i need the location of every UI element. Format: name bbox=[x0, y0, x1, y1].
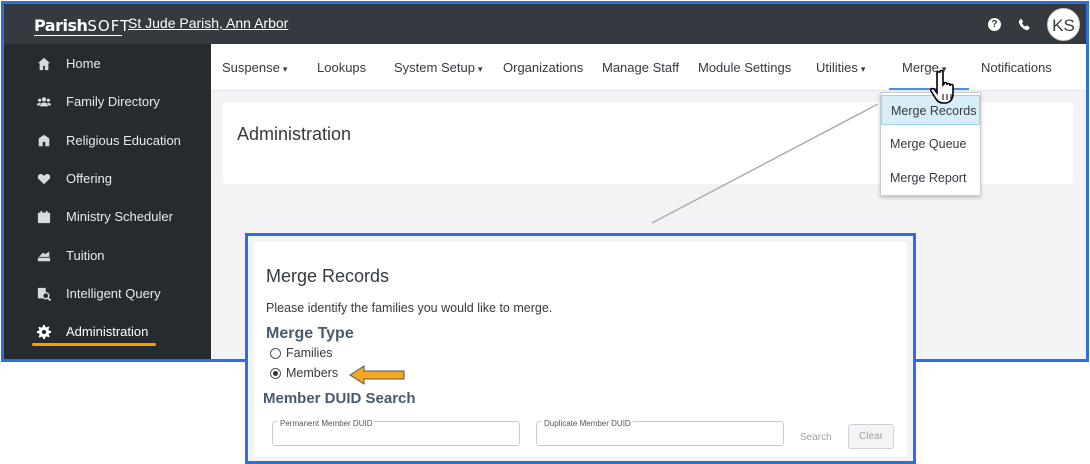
sidebar-item-religious-education[interactable]: Religious Education bbox=[4, 123, 211, 159]
radio-option-members[interactable]: Members bbox=[270, 366, 338, 380]
page-title: Administration bbox=[237, 124, 352, 144]
phone-icon[interactable] bbox=[1017, 18, 1031, 32]
merge-type-heading: Merge Type bbox=[266, 325, 354, 342]
radio-option-families[interactable]: Families bbox=[270, 346, 333, 360]
gear-icon bbox=[37, 325, 51, 339]
sidebar-item-ministry-scheduler[interactable]: Ministry Scheduler bbox=[4, 199, 211, 235]
sidebar-item-label: Tuition bbox=[66, 248, 105, 263]
screenshot-root: ParishSOFT St Jude Parish, Ann Arbor ? K… bbox=[0, 0, 1090, 464]
query-icon bbox=[37, 287, 51, 301]
nav-label: Notifications bbox=[981, 60, 1052, 75]
merge-records-title: Merge Records bbox=[266, 266, 390, 286]
sidebar-item-tuition[interactable]: Tuition bbox=[4, 238, 211, 274]
pointer-arrow-icon bbox=[349, 365, 405, 385]
sidebar-item-label: Administration bbox=[66, 324, 149, 339]
nav-module-settings[interactable]: Module Settings bbox=[698, 60, 791, 75]
menu-item-merge-queue[interactable]: Merge Queue bbox=[881, 129, 980, 159]
chevron-down-icon: ▾ bbox=[282, 64, 288, 74]
merge-records-zoom-panel: Merge Records Please identify the famili… bbox=[245, 233, 916, 464]
sidebar-item-offering[interactable]: Offering bbox=[4, 161, 211, 197]
nav-label: Utilities bbox=[816, 60, 858, 75]
home-icon bbox=[37, 57, 51, 71]
users-icon bbox=[37, 97, 51, 107]
active-item-underline bbox=[32, 343, 156, 346]
sidebar-item-label: Religious Education bbox=[66, 133, 181, 148]
sidebar-item-intelligent-query[interactable]: Intelligent Query bbox=[4, 276, 211, 312]
school-icon bbox=[38, 134, 50, 147]
logo-light-text: SOFT bbox=[87, 17, 131, 35]
merge-records-instructions: Please identify the families you would l… bbox=[266, 301, 553, 315]
calendar-icon bbox=[37, 210, 51, 224]
nav-label: Organizations bbox=[503, 60, 584, 75]
search-button[interactable]: Search bbox=[800, 432, 832, 443]
nav-utilities[interactable]: Utilities ▾ bbox=[816, 60, 865, 75]
nav-notifications[interactable]: Notifications bbox=[981, 60, 1052, 75]
sidebar-item-label: Family Directory bbox=[66, 94, 160, 109]
nav-label: Suspense bbox=[222, 60, 280, 75]
clear-button[interactable]: Clear bbox=[848, 424, 894, 449]
menu-item-merge-report[interactable]: Merge Report bbox=[881, 163, 980, 193]
families-radio[interactable] bbox=[270, 347, 281, 359]
logo-underline bbox=[34, 35, 122, 36]
nav-lookups[interactable]: Lookups bbox=[317, 60, 366, 75]
sidebar-item-home[interactable]: Home bbox=[4, 46, 211, 82]
members-radio[interactable] bbox=[270, 367, 281, 379]
families-label: Families bbox=[286, 346, 333, 360]
merge-records-card: Merge Records Please identify the famili… bbox=[254, 242, 907, 457]
logo-bold-text: Parish bbox=[34, 16, 88, 35]
tuition-icon bbox=[37, 251, 51, 262]
nav-suspense[interactable]: Suspense ▾ bbox=[222, 60, 287, 75]
nav-system-setup[interactable]: System Setup ▾ bbox=[394, 60, 482, 75]
nav-organizations[interactable]: Organizations bbox=[503, 60, 583, 75]
sidebar-item-label: Intelligent Query bbox=[66, 286, 161, 301]
parish-name-link[interactable]: St Jude Parish, Ann Arbor bbox=[128, 15, 288, 31]
heart-icon bbox=[37, 174, 51, 185]
user-avatar[interactable]: KS bbox=[1047, 8, 1080, 41]
duplicate-member-duid-label: Duplicate Member DUID bbox=[542, 419, 633, 428]
nav-label: Lookups bbox=[317, 60, 367, 75]
sidebar-item-family-directory[interactable]: Family Directory bbox=[4, 84, 211, 120]
nav-manage-staff[interactable]: Manage Staff bbox=[602, 60, 679, 75]
chevron-down-icon: ▾ bbox=[860, 64, 866, 74]
sidebar-item-label: Ministry Scheduler bbox=[66, 209, 173, 224]
parishsoft-logo[interactable]: ParishSOFT bbox=[34, 16, 130, 35]
sidebar: Home Family Directory Religious Educatio… bbox=[4, 44, 211, 359]
members-label: Members bbox=[286, 366, 339, 380]
sidebar-item-label: Home bbox=[66, 56, 101, 71]
chevron-down-icon: ▾ bbox=[477, 64, 483, 74]
nav-label: System Setup bbox=[394, 60, 475, 75]
top-bar: ParishSOFT St Jude Parish, Ann Arbor ? K… bbox=[4, 4, 1086, 44]
nav-label: Module Settings bbox=[698, 60, 792, 75]
nav-label: Manage Staff bbox=[602, 60, 680, 75]
hand-cursor-icon bbox=[930, 69, 954, 104]
member-duid-search-heading: Member DUID Search bbox=[263, 390, 416, 407]
permanent-member-duid-label: Permanent Member DUID bbox=[278, 419, 375, 428]
question-circle-icon[interactable]: ? bbox=[988, 18, 1001, 31]
sidebar-item-label: Offering bbox=[66, 171, 113, 186]
top-icons: ? KS bbox=[988, 8, 1080, 41]
